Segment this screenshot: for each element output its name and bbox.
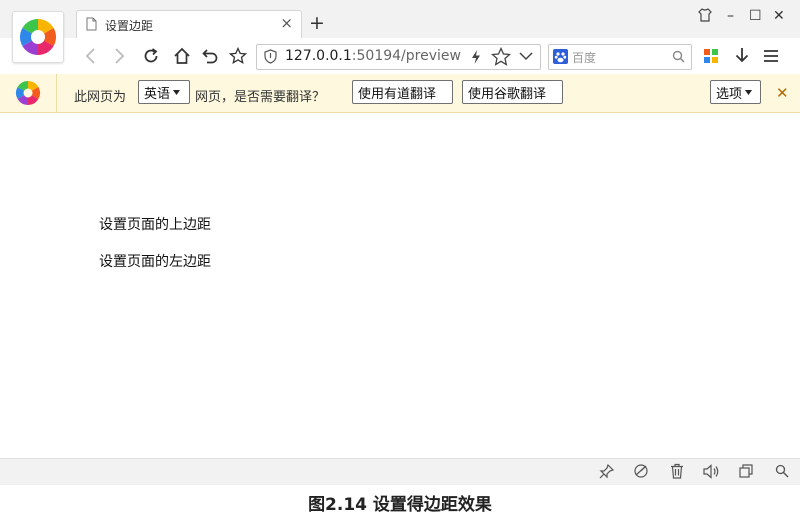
translate-bar: 此网页为 英语 网页，是否需要翻译？ 使用有道翻译 使用谷歌翻译 选项 ✕ (0, 74, 800, 113)
figure-caption: 图2.14 设置得边距效果 (308, 495, 492, 515)
tab-close-icon[interactable]: × (280, 14, 293, 32)
baidu-icon[interactable] (553, 49, 568, 64)
browser-logo-small-icon (15, 81, 41, 105)
address-bar[interactable]: 127.0.0.1:50194/preview (256, 44, 541, 70)
download-button[interactable] (731, 45, 753, 67)
speed-icon (634, 464, 648, 478)
home-icon (174, 47, 190, 64)
url-path: :50194/preview (351, 48, 461, 64)
apps-grid-icon (704, 49, 718, 63)
translate-logo (0, 74, 57, 112)
zoom-button[interactable] (773, 462, 791, 480)
youdao-translate-button[interactable]: 使用有道翻译 (352, 80, 453, 104)
shield-icon (264, 49, 277, 64)
menu-button[interactable] (760, 45, 782, 67)
url-text: 127.0.0.1:50194/preview (285, 48, 465, 64)
clear-button[interactable] (668, 462, 686, 480)
page-icon (86, 17, 97, 31)
browser-logo[interactable] (12, 11, 64, 63)
forward-button[interactable] (108, 45, 130, 67)
language-select[interactable]: 英语 (138, 80, 190, 104)
pin-icon (599, 463, 614, 478)
undo-close-button[interactable] (199, 45, 221, 67)
chevron-down-icon[interactable] (519, 51, 533, 61)
forward-icon (115, 48, 125, 64)
maximize-button[interactable]: ☐ (749, 8, 762, 24)
reload-icon (144, 48, 158, 63)
pin-button[interactable] (597, 462, 615, 480)
language-label: 英语 (144, 86, 171, 102)
back-button[interactable] (80, 45, 102, 67)
window-close-button[interactable]: ✕ (773, 8, 785, 24)
bookmark-star-icon[interactable] (491, 47, 511, 66)
url-host: 127.0.0.1 (285, 48, 352, 64)
search-placeholder: 百度 (572, 51, 597, 65)
undo-icon (202, 49, 218, 64)
caret-down-icon (173, 89, 181, 95)
minimize-button[interactable]: – (727, 8, 734, 24)
star-icon (229, 47, 247, 65)
window-button[interactable] (737, 462, 755, 480)
download-icon (735, 48, 749, 63)
trash-icon (671, 463, 683, 479)
content-line-top-margin: 设置页面的上边距 (99, 217, 211, 233)
lightning-icon[interactable] (471, 49, 481, 65)
magnifier-icon (775, 464, 789, 478)
content-line-left-margin: 设置页面的左边距 (99, 254, 211, 270)
new-tab-button[interactable]: + (309, 13, 325, 33)
google-translate-button[interactable]: 使用谷歌翻译 (462, 80, 563, 104)
sound-button[interactable] (702, 462, 720, 480)
tab-title: 设置边距 (105, 19, 154, 33)
reload-button[interactable] (140, 45, 162, 67)
speaker-icon (702, 463, 718, 479)
search-icon[interactable] (672, 50, 685, 63)
home-button[interactable] (171, 45, 193, 67)
skin-icon[interactable] (698, 8, 712, 26)
options-label: 选项 (716, 86, 743, 102)
translate-close-icon[interactable]: ✕ (776, 84, 789, 102)
favorite-button[interactable] (227, 45, 249, 67)
active-tab[interactable]: 设置边距 × (76, 10, 302, 39)
hamburger-icon (764, 50, 778, 62)
back-icon (85, 48, 95, 64)
search-box[interactable]: 百度 (548, 44, 692, 70)
translate-prefix: 此网页为 (74, 90, 127, 105)
browser-logo-icon (19, 18, 57, 56)
translate-question: 网页，是否需要翻译？ (195, 90, 326, 105)
apps-button[interactable] (700, 45, 722, 67)
speed-button[interactable] (632, 462, 650, 480)
options-button[interactable]: 选项 (710, 80, 761, 104)
window-icon (739, 464, 753, 478)
caret-down-icon (745, 89, 753, 95)
